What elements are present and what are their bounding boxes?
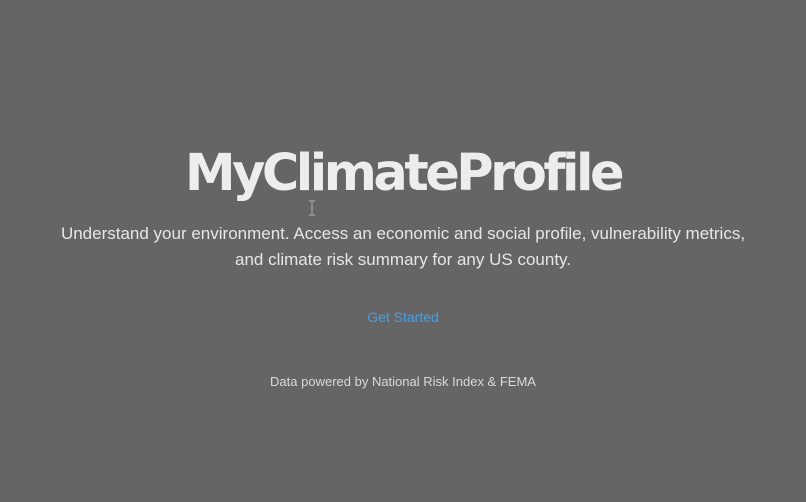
cta-container: Get Started	[0, 309, 806, 327]
description-line-2: and climate risk summary for any US coun…	[234, 250, 571, 269]
hero-section: MyClimateProfile Understand your environ…	[0, 0, 806, 502]
get-started-link[interactable]: Get Started	[367, 309, 439, 325]
app-title: MyClimateProfile	[184, 144, 625, 203]
text-cursor-icon	[309, 200, 315, 216]
app-description: Understand your environment. Access an e…	[40, 221, 766, 273]
description-line-1: Understand your environment. Access an e…	[60, 224, 746, 243]
data-source-note: Data powered by National Risk Index & FE…	[270, 374, 536, 389]
